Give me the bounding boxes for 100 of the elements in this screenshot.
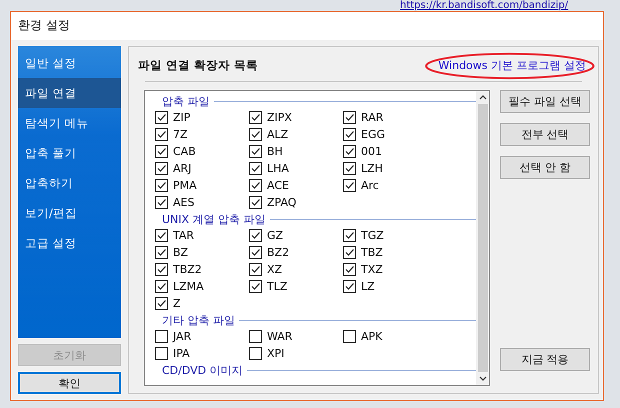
checkbox[interactable] bbox=[249, 246, 262, 259]
extension-label: TLZ bbox=[267, 280, 288, 293]
checkmark-icon bbox=[250, 247, 261, 258]
checkmark-icon bbox=[344, 146, 355, 157]
checkbox[interactable] bbox=[249, 229, 262, 242]
group-heading: 압축 파일 bbox=[162, 94, 210, 108]
checkmark-icon bbox=[250, 129, 261, 140]
checkmark-icon bbox=[250, 264, 261, 275]
extension-label: GZ bbox=[267, 229, 284, 242]
checkbox[interactable] bbox=[343, 246, 356, 259]
ok-button[interactable]: 확인 bbox=[18, 372, 121, 394]
checkmark-icon bbox=[344, 230, 355, 241]
checkbox[interactable] bbox=[155, 162, 168, 175]
checkbox[interactable] bbox=[155, 128, 168, 141]
checkbox[interactable] bbox=[155, 111, 168, 124]
sidebar-item[interactable]: 탐색기 메뉴 bbox=[18, 108, 121, 138]
scroll-thumb[interactable] bbox=[478, 104, 488, 372]
window-title: 환경 설정 bbox=[11, 12, 603, 40]
checkmark-icon bbox=[344, 281, 355, 292]
checkbox[interactable] bbox=[155, 297, 168, 310]
extension-label: 001 bbox=[361, 145, 382, 158]
action-button[interactable]: 전부 선택 bbox=[500, 123, 590, 146]
extension-label: APK bbox=[361, 330, 382, 343]
checkbox[interactable] bbox=[249, 330, 262, 343]
extension-label: RAR bbox=[361, 111, 384, 124]
url-link[interactable]: https://kr.bandisoft.com/bandizip/ bbox=[400, 0, 568, 11]
checkbox[interactable] bbox=[343, 111, 356, 124]
extension-label: ZIP bbox=[173, 111, 190, 124]
extension-label: BZ2 bbox=[267, 246, 290, 259]
checkmark-icon bbox=[156, 163, 167, 174]
checkmark-icon bbox=[250, 230, 261, 241]
checkmark-icon bbox=[156, 197, 167, 208]
extension-label: BH bbox=[267, 145, 283, 158]
scrollbar[interactable] bbox=[476, 91, 489, 385]
extension-label: AES bbox=[173, 196, 194, 209]
checkbox[interactable] bbox=[249, 263, 262, 276]
extension-label: XPI bbox=[267, 347, 284, 360]
checkbox[interactable] bbox=[249, 179, 262, 192]
scroll-down-icon[interactable] bbox=[478, 376, 486, 381]
checkbox[interactable] bbox=[155, 179, 168, 192]
checkmark-icon bbox=[250, 112, 261, 123]
extension-label: WAR bbox=[267, 330, 292, 343]
checkbox[interactable] bbox=[343, 145, 356, 158]
checkbox[interactable] bbox=[155, 347, 168, 360]
checkbox[interactable] bbox=[343, 128, 356, 141]
checkbox[interactable] bbox=[155, 229, 168, 242]
checkbox[interactable] bbox=[155, 246, 168, 259]
extension-label: JAR bbox=[173, 330, 192, 343]
checkbox[interactable] bbox=[155, 196, 168, 209]
extension-label: Arc bbox=[361, 179, 379, 192]
checkmark-icon bbox=[156, 129, 167, 140]
group-heading: CD/DVD 이미지 bbox=[162, 362, 243, 378]
checkmark-icon bbox=[156, 247, 167, 258]
checkbox[interactable] bbox=[249, 128, 262, 141]
scroll-up-icon[interactable] bbox=[478, 95, 486, 100]
checkbox[interactable] bbox=[343, 330, 356, 343]
checkbox[interactable] bbox=[343, 280, 356, 293]
checkmark-icon bbox=[344, 247, 355, 258]
checkbox[interactable] bbox=[343, 162, 356, 175]
sidebar-item[interactable]: 압축 풀기 bbox=[18, 138, 121, 168]
checkmark-icon bbox=[344, 163, 355, 174]
sidebar-item[interactable]: 일반 설정 bbox=[18, 48, 121, 78]
checkbox[interactable] bbox=[155, 330, 168, 343]
checkbox[interactable] bbox=[249, 280, 262, 293]
extension-label: TXZ bbox=[361, 263, 383, 276]
checkmark-icon bbox=[156, 112, 167, 123]
checkmark-icon bbox=[250, 146, 261, 157]
checkbox[interactable] bbox=[155, 263, 168, 276]
checkmark-icon bbox=[156, 264, 167, 275]
checkbox[interactable] bbox=[249, 162, 262, 175]
extension-label: ARJ bbox=[173, 162, 192, 175]
extension-label: TGZ bbox=[361, 229, 384, 242]
checkbox[interactable] bbox=[249, 347, 262, 360]
checkbox[interactable] bbox=[249, 196, 262, 209]
sidebar-item[interactable]: 보기/편집 bbox=[18, 198, 121, 228]
extension-label: CAB bbox=[173, 145, 196, 158]
checkmark-icon bbox=[250, 180, 261, 191]
extension-label: TBZ bbox=[361, 246, 383, 259]
checkbox[interactable] bbox=[343, 229, 356, 242]
checkmark-icon bbox=[156, 146, 167, 157]
checkbox[interactable] bbox=[155, 145, 168, 158]
action-button[interactable]: 선택 안 함 bbox=[500, 156, 590, 179]
extension-label: LZH bbox=[361, 162, 383, 175]
extension-label: LZMA bbox=[173, 280, 204, 293]
checkmark-icon bbox=[250, 163, 261, 174]
sidebar-item[interactable]: 고급 설정 bbox=[18, 228, 121, 258]
checkbox[interactable] bbox=[249, 111, 262, 124]
action-button[interactable]: 필수 파일 선택 bbox=[500, 90, 590, 113]
checkmark-icon bbox=[250, 197, 261, 208]
checkbox[interactable] bbox=[343, 179, 356, 192]
sidebar-item[interactable]: 파일 연결 bbox=[18, 78, 121, 108]
apply-button[interactable]: 지금 적용 bbox=[500, 348, 590, 371]
extension-label: TAR bbox=[173, 229, 194, 242]
checkmark-icon bbox=[156, 298, 167, 309]
checkbox[interactable] bbox=[155, 280, 168, 293]
sidebar-item[interactable]: 압축하기 bbox=[18, 168, 121, 198]
checkbox[interactable] bbox=[343, 263, 356, 276]
checkbox[interactable] bbox=[249, 145, 262, 158]
extension-label: ZIPX bbox=[267, 111, 292, 124]
panel-title: 파일 연결 확장자 목록 bbox=[138, 58, 258, 72]
